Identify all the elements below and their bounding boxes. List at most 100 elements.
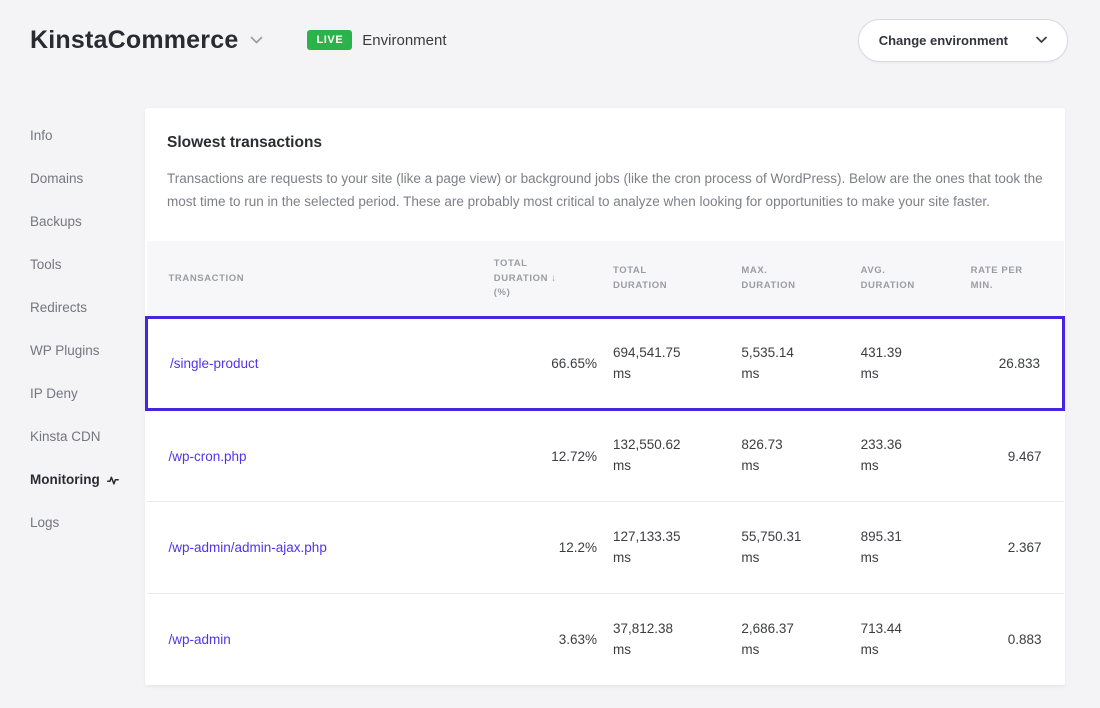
column-header-max-duration[interactable]: MAX. DURATION [733,241,852,317]
avg-duration-cell: 895.31 ms [853,502,963,594]
total-duration-cell: 127,133.35 ms [605,502,733,594]
total-duration-pct-cell: 12.72% [486,410,605,502]
sidebar-item-redirects[interactable]: Redirects [30,300,145,315]
sidebar-item-kinsta-cdn[interactable]: Kinsta CDN [30,429,145,444]
duration-value: 431.39 [861,343,955,364]
top-header: KinstaCommerce LIVE Environment Change e… [0,0,1100,80]
duration-unit: ms [861,456,955,477]
sidebar-item-monitoring[interactable]: Monitoring [30,472,145,487]
duration-value: 132,550.62 [613,435,725,456]
transactions-table: TRANSACTION TOTAL DURATION ↓ (%) TOTAL D… [145,241,1065,686]
duration-unit: ms [741,548,844,569]
sidebar-item-label: Tools [30,257,62,272]
max-duration-cell: 826.73 ms [733,410,852,502]
slowest-transactions-card: Slowest transactions Transactions are re… [145,108,1065,686]
table-row: /wp-admin 3.63% 37,812.38 ms 2,686.37 ms… [147,594,1064,686]
table-row: /wp-admin/admin-ajax.php 12.2% 127,133.3… [147,502,1064,594]
max-duration-cell: 55,750.31 ms [733,502,852,594]
column-header-rate-per-min[interactable]: RATE PER MIN. [963,241,1064,317]
total-duration-cell: 37,812.38 ms [605,594,733,686]
sidebar-item-backups[interactable]: Backups [30,214,145,229]
duration-unit: ms [861,640,955,661]
main-layout: Info Domains Backups Tools Redirects WP … [0,80,1100,686]
total-duration-cell: 132,550.62 ms [605,410,733,502]
table-row: /wp-cron.php 12.72% 132,550.62 ms 826.73… [147,410,1064,502]
transaction-link[interactable]: /wp-admin [169,632,231,647]
rate-per-min-cell: 2.367 [963,502,1064,594]
avg-duration-cell: 431.39 ms [853,318,963,410]
table-head: TRANSACTION TOTAL DURATION ↓ (%) TOTAL D… [147,241,1064,317]
sidebar-item-label: Monitoring [30,472,100,487]
sidebar-item-label: Redirects [30,300,87,315]
max-duration-cell: 2,686.37 ms [733,594,852,686]
duration-value: 127,133.35 [613,527,725,548]
duration-unit: ms [613,364,725,385]
avg-duration-cell: 233.36 ms [853,410,963,502]
transaction-link[interactable]: /single-product [170,356,259,371]
duration-unit: ms [613,456,725,477]
max-duration-cell: 5,535.14 ms [733,318,852,410]
duration-unit: ms [861,364,955,385]
change-environment-button[interactable]: Change environment [858,19,1068,62]
sidebar-item-label: Kinsta CDN [30,429,101,444]
duration-value: 55,750.31 [741,527,844,548]
change-environment-label: Change environment [879,33,1008,48]
sidebar-item-label: Logs [30,515,59,530]
live-badge: LIVE [307,30,352,50]
sidebar-item-label: Backups [30,214,82,229]
sidebar-item-wp-plugins[interactable]: WP Plugins [30,343,145,358]
duration-unit: ms [741,640,844,661]
duration-unit: ms [861,548,955,569]
transactions-body: /single-product 66.65% 694,541.75 ms 5,5… [147,318,1064,686]
duration-value: 826.73 [741,435,844,456]
total-duration-cell: 694,541.75 ms [605,318,733,410]
duration-unit: ms [613,548,725,569]
site-title: KinstaCommerce [30,26,238,55]
rate-per-min-cell: 9.467 [963,410,1064,502]
rate-per-min-cell: 0.883 [963,594,1064,686]
transaction-cell: /wp-cron.php [147,410,486,502]
transaction-cell: /single-product [147,318,486,410]
environment-indicator: LIVE Environment [307,30,446,50]
sidebar-item-label: WP Plugins [30,343,100,358]
total-duration-pct-cell: 66.65% [486,318,605,410]
environment-label: Environment [362,32,446,49]
avg-duration-cell: 713.44 ms [853,594,963,686]
column-header-avg-duration[interactable]: AVG. DURATION [853,241,963,317]
monitoring-pulse-icon [107,474,119,486]
duration-value: 713.44 [861,619,955,640]
transaction-link[interactable]: /wp-admin/admin-ajax.php [169,540,327,555]
column-header-total-duration[interactable]: TOTAL DURATION [605,241,733,317]
chevron-down-icon [1036,36,1047,44]
total-duration-pct-cell: 3.63% [486,594,605,686]
sidebar: Info Domains Backups Tools Redirects WP … [0,108,145,558]
table-row: /single-product 66.65% 694,541.75 ms 5,5… [147,318,1064,410]
sidebar-item-label: Info [30,128,53,143]
duration-value: 895.31 [861,527,955,548]
duration-unit: ms [741,456,844,477]
transaction-link[interactable]: /wp-cron.php [169,449,247,464]
duration-value: 2,686.37 [741,619,844,640]
duration-value: 5,535.14 [741,343,844,364]
duration-value: 37,812.38 [613,619,725,640]
duration-value: 233.36 [861,435,955,456]
card-title: Slowest transactions [167,134,1043,152]
sidebar-item-info[interactable]: Info [30,128,145,143]
transaction-cell: /wp-admin/admin-ajax.php [147,502,486,594]
rate-per-min-cell: 26.833 [963,318,1064,410]
sidebar-item-ip-deny[interactable]: IP Deny [30,386,145,401]
duration-unit: ms [613,640,725,661]
column-header-total-duration-pct[interactable]: TOTAL DURATION ↓ (%) [486,241,605,317]
card-header: Slowest transactions Transactions are re… [145,108,1065,241]
sidebar-item-label: Domains [30,171,83,186]
duration-unit: ms [741,364,844,385]
sidebar-item-label: IP Deny [30,386,78,401]
sidebar-item-logs[interactable]: Logs [30,515,145,530]
site-chevron-down-icon[interactable] [250,36,263,45]
total-duration-pct-cell: 12.2% [486,502,605,594]
duration-value: 694,541.75 [613,343,725,364]
sidebar-item-tools[interactable]: Tools [30,257,145,272]
column-header-transaction: TRANSACTION [147,241,486,317]
card-description: Transactions are requests to your site (… [167,168,1043,213]
sidebar-item-domains[interactable]: Domains [30,171,145,186]
